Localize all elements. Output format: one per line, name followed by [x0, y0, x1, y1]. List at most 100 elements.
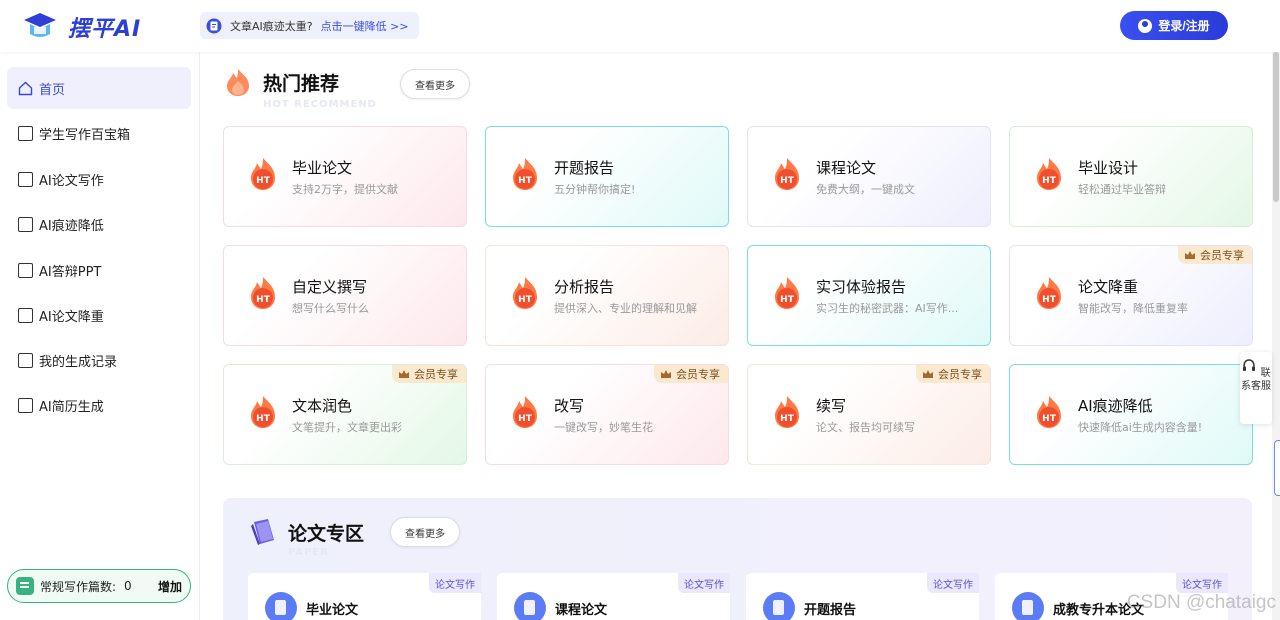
svg-text:HT: HT	[518, 295, 533, 305]
login-register-button[interactable]: 登录/注册	[1120, 11, 1228, 40]
hot-section-title: 热门推荐	[223, 67, 339, 97]
doc-icon	[18, 262, 33, 278]
sidebar-item-home[interactable]: 首页	[7, 67, 191, 109]
ht-flame-icon: HT	[775, 396, 799, 428]
hot-card-desc: 免费大纲，一键成文	[816, 183, 915, 196]
hot-more-button[interactable]: 查看更多	[400, 69, 470, 99]
promo-text: 文章AI痕迹太重?	[230, 19, 313, 33]
vip-badge: 会员专享	[654, 365, 728, 383]
vip-label: 会员专享	[1200, 249, 1244, 262]
hot-card-desc: 支持2万字，提供文献	[292, 183, 398, 196]
hot-card-desc: 文笔提升，文章更出彩	[292, 421, 402, 434]
hot-card-desc: 快速降低ai生成内容含量!	[1078, 421, 1203, 434]
logo[interactable]: 摆平AI	[22, 11, 141, 43]
vip-label: 会员专享	[414, 368, 458, 381]
hot-card-desc: 想写什么写什么	[292, 302, 369, 315]
quota-label: 常规写作篇数:	[40, 579, 117, 594]
flame-icon	[227, 69, 249, 96]
hot-card-title: 论文降重	[1078, 278, 1139, 296]
hot-card-title: 开题报告	[554, 159, 615, 177]
document-shield-icon	[206, 18, 222, 33]
hot-card[interactable]: HT 论文降重 智能改写，降低重复率 会员专享	[1009, 245, 1253, 346]
sidebar-item-history[interactable]: 我的生成记录	[7, 339, 191, 381]
hot-card[interactable]: HT 自定义撰写 想写什么写什么	[223, 245, 467, 346]
sidebar-item-label: AI答辩PPT	[39, 264, 102, 280]
svg-text:HT: HT	[518, 414, 533, 424]
quota-count: 0	[124, 579, 132, 593]
hot-card[interactable]: HT 课程论文 免费大纲，一键成文	[747, 126, 991, 227]
sidebar-item-writing-toolbox[interactable]: 学生写作百宝箱	[7, 112, 191, 154]
svg-text:HT: HT	[256, 176, 271, 186]
hot-card[interactable]: HT 改写 一键改写，妙笔生花 会员专享	[485, 364, 729, 465]
hot-card-title: 实习体验报告	[816, 278, 907, 296]
ht-flame-icon: HT	[1037, 158, 1061, 190]
book-icon	[251, 519, 274, 545]
svg-text:HT: HT	[1042, 295, 1057, 305]
hot-card-title: 自定义撰写	[292, 278, 368, 296]
paper-card[interactable]: 开题报告 论文写作	[746, 573, 979, 620]
writing-quota: 常规写作篇数: 0 增加	[7, 569, 191, 603]
hot-card-title: 分析报告	[554, 278, 615, 296]
sidebar-item-ai-trace-reduce[interactable]: AI痕迹降低	[7, 203, 191, 245]
edge-drawer-tab[interactable]	[1274, 440, 1280, 496]
hot-subtitle: HOT RECOMMEND	[263, 99, 377, 110]
sidebar-item-label: 首页	[39, 82, 66, 98]
ht-flame-icon: HT	[775, 277, 799, 309]
hot-card[interactable]: HT 实习体验报告实习生的秘密武器：AI写作...	[747, 245, 991, 346]
paper-doc-icon	[265, 592, 297, 620]
paper-card-title: 开题报告	[804, 603, 857, 618]
resume-icon	[18, 397, 33, 413]
user-icon	[1138, 18, 1153, 33]
paper-section-title: 论文专区	[248, 516, 364, 548]
sidebar-item-ai-paper-writing[interactable]: AI论文写作	[7, 158, 191, 200]
hot-card[interactable]: HT 毕业设计 轻松通过毕业答辩	[1009, 126, 1253, 227]
vip-badge: 会员专享	[916, 365, 990, 383]
headset-icon	[1243, 359, 1256, 371]
sidebar-item-label: AI痕迹降低	[39, 218, 104, 234]
logo-text: 摆平AI	[68, 17, 142, 42]
promo-banner[interactable]: 文章AI痕迹太重? 点击一键降低 >>	[200, 12, 419, 39]
vip-badge: 会员专享	[392, 365, 466, 383]
svg-text:HT: HT	[256, 414, 271, 424]
ht-flame-icon: HT	[513, 158, 537, 190]
svg-text:HT: HT	[780, 176, 795, 186]
scrollbar-thumb[interactable]	[1273, 52, 1279, 202]
hot-card-desc: 论文、报告均可续写	[816, 421, 915, 434]
svg-text:HT: HT	[780, 295, 795, 305]
doc-icon	[18, 216, 33, 232]
quota-add-button[interactable]: 增加	[158, 578, 182, 595]
page-scrollbar[interactable]	[1272, 52, 1280, 620]
hot-card[interactable]: HT AI痕迹降低 快速降低ai生成内容含量!	[1009, 364, 1253, 465]
paper-doc-icon	[514, 592, 546, 620]
contact-support-button[interactable]: 联系客服	[1240, 352, 1272, 424]
promo-link[interactable]: 点击一键降低 >>	[321, 18, 409, 34]
paper-subtitle: PAPER	[288, 547, 330, 558]
ai-doc-icon	[18, 171, 33, 187]
hot-card[interactable]: HT 毕业论文支持2万字，提供文献	[223, 126, 467, 227]
sidebar-item-ai-defense-ppt[interactable]: AI答辩PPT	[7, 249, 191, 291]
paper-doc-icon	[1012, 592, 1044, 620]
sidebar: 首页 学生写作百宝箱 AI论文写作 AI痕迹降低 AI答辩PPT AI论文降重 …	[0, 52, 200, 620]
paper-card[interactable]: 毕业论文 论文写作	[248, 573, 481, 620]
paper-doc-icon	[763, 592, 795, 620]
paper-more-button[interactable]: 查看更多	[390, 517, 460, 547]
hot-card-desc: 实习生的秘密武器：AI写作...	[816, 302, 959, 315]
hot-card-title: 文本润色	[292, 397, 353, 415]
sidebar-item-ai-rewrite[interactable]: AI论文降重	[7, 294, 191, 336]
crown-icon	[923, 370, 933, 378]
crown-icon	[661, 370, 671, 378]
hot-card[interactable]: HT 续写 论文、报告均可续写 会员专享	[747, 364, 991, 465]
top-header: 摆平AI 文章AI痕迹太重? 点击一键降低 >> 登录/注册	[0, 0, 1280, 52]
graduation-cap-icon	[24, 13, 56, 37]
hot-card-title: 毕业论文	[292, 159, 353, 177]
sidebar-item-ai-resume[interactable]: AI简历生成	[7, 384, 191, 426]
hot-card[interactable]: HT 分析报告 提供深入、专业的理解和见解	[485, 245, 729, 346]
ht-flame-icon: HT	[251, 158, 275, 190]
hot-card[interactable]: HT 文本润色文笔提升，文章更出彩 会员专享	[223, 364, 467, 465]
ht-flame-icon: HT	[513, 277, 537, 309]
hot-card-title: 毕业设计	[1078, 159, 1139, 177]
hot-card[interactable]: HT 开题报告 五分钟帮你搞定!	[485, 126, 729, 227]
ht-flame-icon: HT	[251, 396, 275, 428]
paper-card[interactable]: 课程论文 论文写作	[497, 573, 730, 620]
svg-text:HT: HT	[1042, 176, 1057, 186]
